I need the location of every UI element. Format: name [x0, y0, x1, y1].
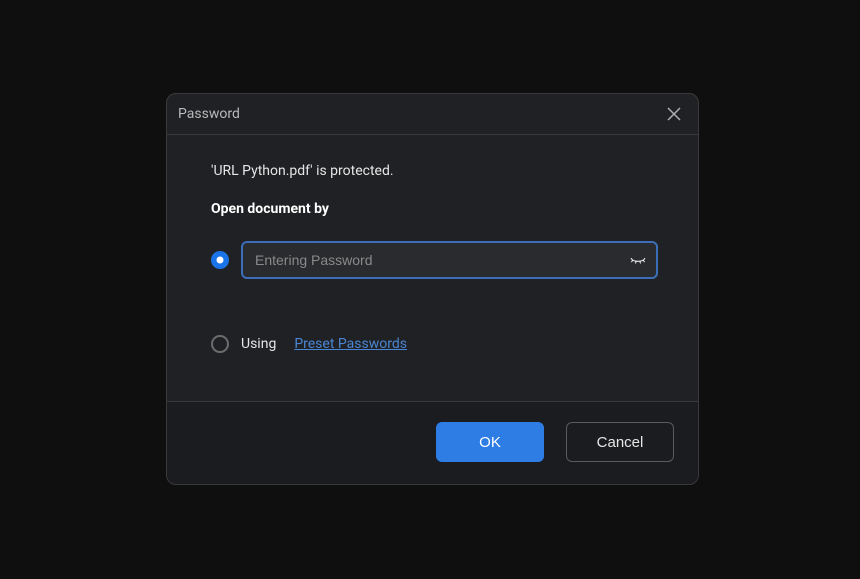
- dialog-footer: OK Cancel: [167, 401, 698, 484]
- option-preset-passwords: Using Preset Passwords: [211, 335, 658, 353]
- password-input[interactable]: [241, 241, 658, 279]
- eye-closed-icon: [629, 251, 647, 269]
- protected-message: 'URL Python.pdf' is protected.: [211, 163, 658, 179]
- close-icon: [667, 107, 681, 121]
- cancel-button[interactable]: Cancel: [566, 422, 674, 462]
- password-dialog: Password 'URL Python.pdf' is protected. …: [166, 93, 699, 485]
- option-preset-label: Using: [241, 336, 276, 352]
- preset-passwords-link[interactable]: Preset Passwords: [294, 336, 407, 352]
- option-entering-password: [211, 241, 658, 279]
- radio-entering-password[interactable]: [211, 251, 229, 269]
- ok-button[interactable]: OK: [436, 422, 544, 462]
- open-document-heading: Open document by: [211, 201, 658, 217]
- close-button[interactable]: [664, 104, 684, 124]
- dialog-body: 'URL Python.pdf' is protected. Open docu…: [167, 135, 698, 401]
- dialog-title: Password: [178, 106, 240, 122]
- password-field-wrapper: [241, 241, 658, 279]
- radio-preset-passwords[interactable]: [211, 335, 229, 353]
- dialog-titlebar: Password: [167, 94, 698, 135]
- toggle-password-visibility[interactable]: [628, 250, 648, 270]
